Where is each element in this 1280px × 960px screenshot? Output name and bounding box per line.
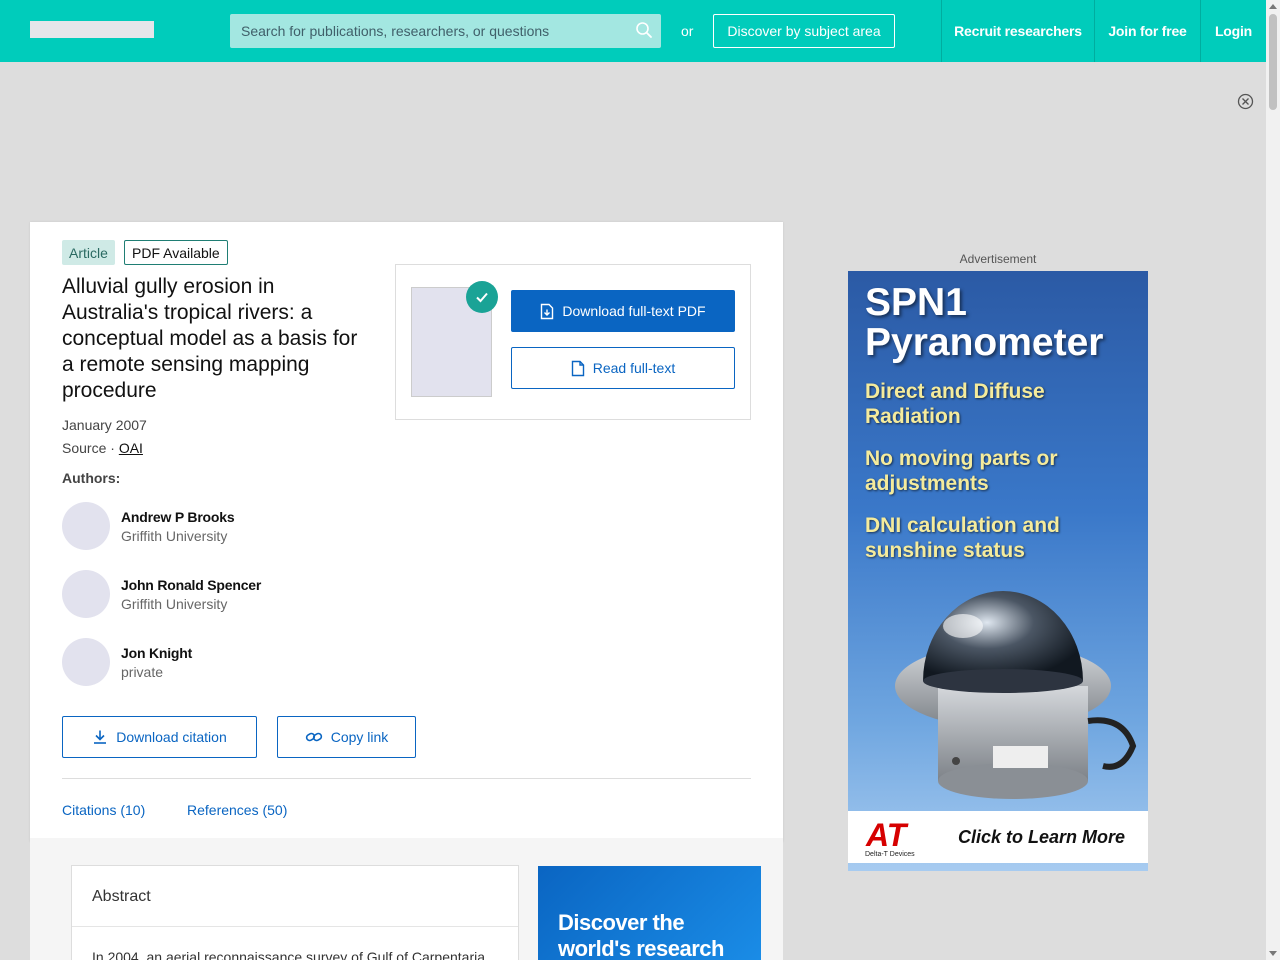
author-item[interactable]: Jon Knight private xyxy=(62,638,362,686)
article-card: Article PDF Available Alluvial gully ero… xyxy=(30,222,783,842)
abstract-text: In 2004, an aerial reconnaissance survey… xyxy=(92,949,486,960)
link-icon xyxy=(305,732,322,742)
download-citation-button[interactable]: Download citation xyxy=(62,716,257,758)
discover-promo-text: Discover the world's research xyxy=(558,910,724,960)
read-fulltext-button[interactable]: Read full-text xyxy=(511,347,735,389)
advertisement-banner[interactable]: SPN1 Pyranometer Direct and Diffuse Radi… xyxy=(848,271,1148,871)
author-affiliation: Griffith University xyxy=(121,596,228,612)
author-affiliation: private xyxy=(121,664,164,680)
tab-citations[interactable]: Citations (10) xyxy=(62,802,145,818)
check-icon xyxy=(466,281,498,313)
ad-feature: DNI calculation and sunshine status xyxy=(865,514,1060,562)
site-logo[interactable] xyxy=(30,21,154,38)
abstract-card: Abstract In 2004, an aerial reconnaissan… xyxy=(71,865,519,960)
scroll-up-arrow[interactable] xyxy=(1269,4,1277,9)
pyranometer-image xyxy=(895,591,1137,799)
publication-date: January 2007 xyxy=(62,417,147,433)
avatar[interactable] xyxy=(62,502,110,550)
source-link[interactable]: OAI xyxy=(119,440,143,456)
source-line: Source · OAI xyxy=(62,440,143,456)
section-divider xyxy=(62,778,751,779)
ad-logo: AT xyxy=(866,817,907,853)
avatar[interactable] xyxy=(62,638,110,686)
author-name[interactable]: Jon Knight xyxy=(121,645,192,661)
pdf-available-badge: PDF Available xyxy=(124,240,228,265)
abstract-divider xyxy=(72,926,518,927)
ad-feature: No moving parts or adjustments xyxy=(865,447,1058,495)
ad-logo-subtitle: Delta-T Devices xyxy=(865,851,915,858)
file-download-icon xyxy=(541,303,554,319)
recruit-researchers-link[interactable]: Recruit researchers xyxy=(941,0,1094,62)
or-label: or xyxy=(681,23,694,39)
abstract-title: Abstract xyxy=(92,888,151,905)
avatar[interactable] xyxy=(62,570,110,618)
ad-title: SPN1 Pyranometer xyxy=(865,281,1104,364)
article-title: Alluvial gully erosion in Australia's tr… xyxy=(62,275,358,402)
search-placeholder: Search for publications, researchers, or… xyxy=(241,23,550,39)
source-prefix: Source · xyxy=(62,440,119,456)
tab-references[interactable]: References (50) xyxy=(187,802,287,818)
download-icon xyxy=(94,730,107,744)
search-icon[interactable] xyxy=(635,21,653,39)
download-citation-label: Download citation xyxy=(116,729,227,745)
page-scrollbar[interactable] xyxy=(1266,0,1280,960)
scroll-thumb[interactable] xyxy=(1269,14,1277,110)
download-pdf-button[interactable]: Download full-text PDF xyxy=(511,290,735,332)
author-affiliation: Griffith University xyxy=(121,528,228,544)
join-for-free-link[interactable]: Join for free xyxy=(1094,0,1200,62)
discover-research-promo[interactable]: Discover the world's research xyxy=(538,866,761,960)
read-fulltext-label: Read full-text xyxy=(592,360,676,376)
copy-link-button[interactable]: Copy link xyxy=(277,716,416,758)
advertisement-label: Advertisement xyxy=(959,252,1037,266)
download-pdf-label: Download full-text PDF xyxy=(562,303,706,319)
search-input[interactable]: Search for publications, researchers, or… xyxy=(230,14,661,48)
discover-subject-button[interactable]: Discover by subject area xyxy=(713,14,895,48)
article-type-badge: Article xyxy=(62,240,115,265)
scroll-down-arrow[interactable] xyxy=(1269,951,1277,956)
ad-feature: Direct and Diffuse Radiation xyxy=(865,380,1045,428)
author-name[interactable]: John Ronald Spencer xyxy=(121,577,261,593)
authors-label: Authors: xyxy=(62,470,121,486)
author-name[interactable]: Andrew P Brooks xyxy=(121,509,235,525)
top-header: Search for publications, researchers, or… xyxy=(0,0,1266,62)
close-ad-icon[interactable] xyxy=(1237,93,1254,110)
ad-cta-button[interactable]: Click to Learn More xyxy=(958,827,1125,848)
copy-link-label: Copy link xyxy=(330,729,389,745)
author-item[interactable]: John Ronald Spencer Griffith University xyxy=(62,570,362,618)
ad-footer: AT Delta-T Devices Click to Learn More xyxy=(848,811,1148,863)
login-link[interactable]: Login xyxy=(1200,0,1266,62)
file-icon xyxy=(571,360,584,376)
author-item[interactable]: Andrew P Brooks Griffith University xyxy=(62,502,362,550)
fulltext-box: Download full-text PDF Read full-text xyxy=(395,264,751,420)
